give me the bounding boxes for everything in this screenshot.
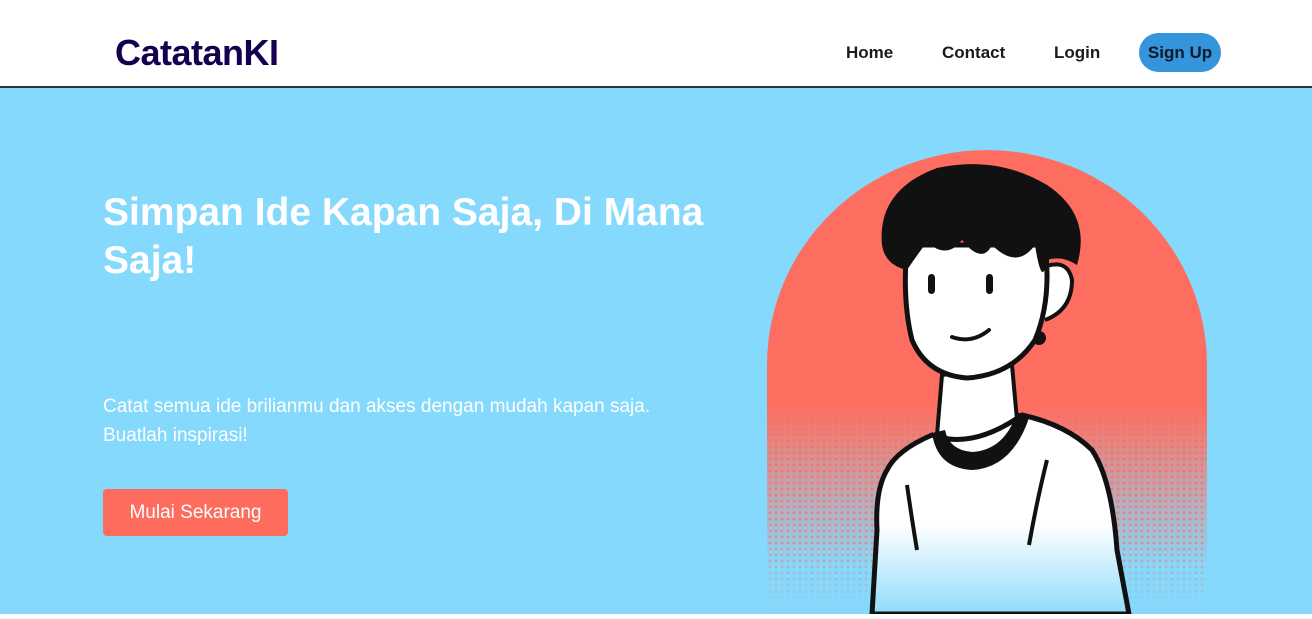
signup-button[interactable]: Sign Up <box>1139 33 1221 72</box>
start-now-button[interactable]: Mulai Sekarang <box>103 489 288 536</box>
nav-link-home[interactable]: Home <box>846 43 893 63</box>
person-portrait-icon <box>767 150 1207 617</box>
nav-links: Home Contact Login Sign Up <box>0 33 1312 73</box>
hero-subtitle: Catat semua ide brilianmu dan akses deng… <box>103 392 723 450</box>
nav-link-login[interactable]: Login <box>1054 43 1100 63</box>
person-illustration <box>767 150 1207 617</box>
hero-subtitle-line-2: Buatlah inspirasi! <box>103 425 248 446</box>
nav-link-contact[interactable]: Contact <box>942 43 1005 63</box>
navbar: CatatanKI Home Contact Login Sign Up <box>0 0 1312 88</box>
hero-subtitle-line-1: Catat semua ide brilianmu dan akses deng… <box>103 396 651 417</box>
hero-title: Simpan Ide Kapan Saja, Di Mana Saja! <box>103 191 704 282</box>
